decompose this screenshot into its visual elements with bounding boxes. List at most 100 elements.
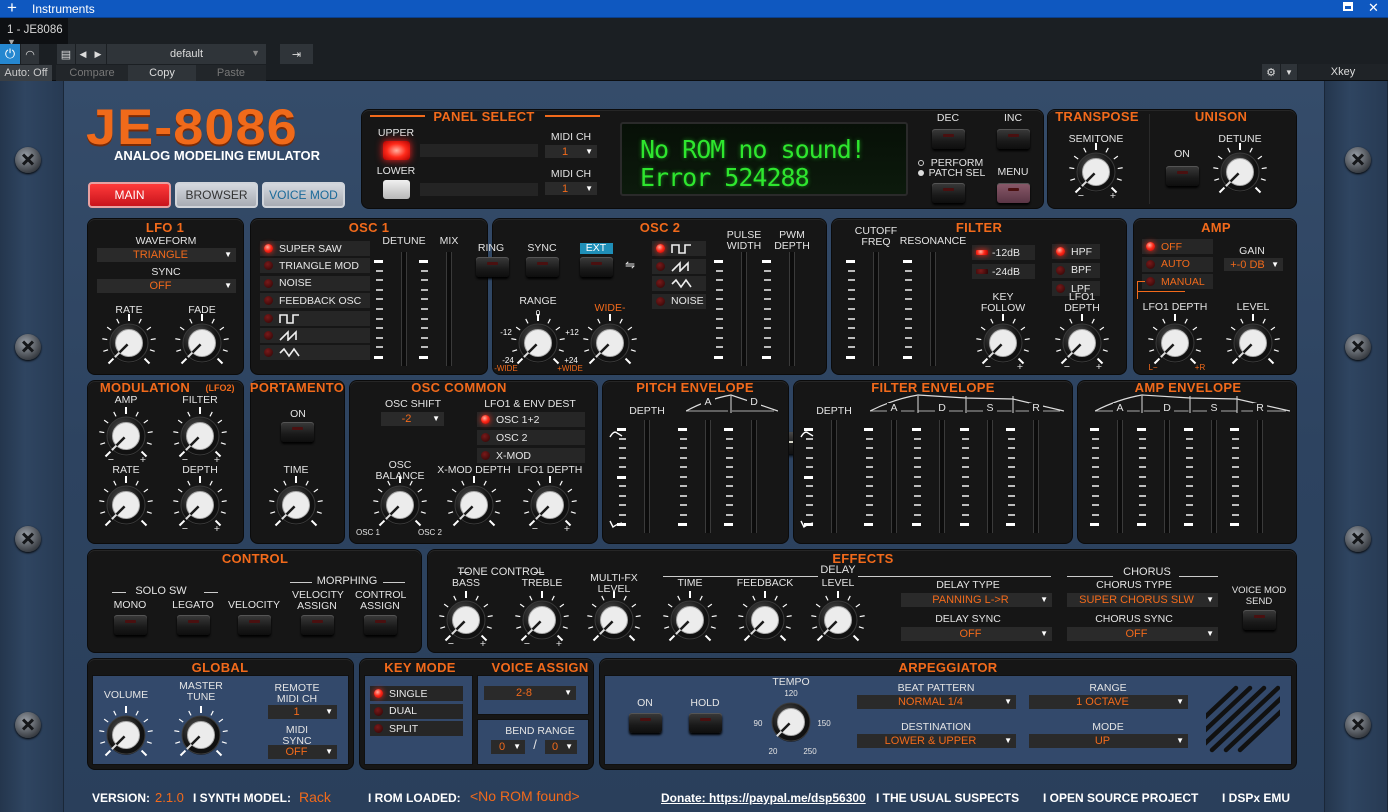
paste-button[interactable]: Paste	[196, 65, 266, 81]
instrument-tab[interactable]: 1 - JE8086 ▼	[0, 18, 68, 47]
monitor-icon[interactable]: ◠	[21, 44, 39, 64]
destination-dropdown[interactable]: LOWER & UPPER	[857, 734, 1016, 748]
lower-panel-button[interactable]	[383, 180, 410, 199]
control-button-mono[interactable]	[114, 615, 147, 635]
key-mode-option[interactable]: SINGLE	[370, 686, 463, 701]
osc2-wave-option[interactable]: NOISE	[652, 293, 706, 309]
lfo1-rate-knob[interactable]	[97, 311, 161, 375]
dec-button[interactable]	[932, 129, 965, 149]
osc1-wave-option[interactable]: FEEDBACK OSC	[260, 293, 370, 309]
prev-preset-icon[interactable]: ◀	[76, 44, 90, 64]
osc2-wave-option[interactable]	[652, 276, 706, 292]
chorus-type-dropdown[interactable]: SUPER CHORUS SLW	[1067, 593, 1218, 607]
multifx-level-knob[interactable]	[582, 588, 646, 652]
amp-mode-option[interactable]: MANUAL	[1142, 274, 1213, 290]
lfo1-fade-knob[interactable]	[170, 311, 234, 375]
copy-button[interactable]: Copy	[128, 65, 196, 81]
portamento-on-button[interactable]	[281, 422, 314, 442]
osc2-wide-knob[interactable]	[578, 311, 642, 375]
control-button-velocity[interactable]	[238, 615, 271, 635]
osc1-wave-option[interactable]: TRIANGLE MOD	[260, 258, 370, 274]
xmod-depth-knob[interactable]	[442, 473, 506, 537]
osc2-wave-option[interactable]	[652, 241, 706, 256]
filter-env-r-slider[interactable]	[1004, 420, 1068, 620]
compare-button[interactable]: Compare	[56, 65, 128, 81]
delay-type-dropdown[interactable]: PANNING L->R	[901, 593, 1052, 607]
arp-hold-button[interactable]	[689, 713, 722, 733]
arp-on-button[interactable]	[629, 713, 662, 733]
chevron-down-icon[interactable]: ▼	[1281, 64, 1297, 80]
power-button[interactable]: ⏻	[0, 44, 20, 64]
osc1-mix-slider[interactable]	[417, 252, 481, 454]
sidechain-icon[interactable]: ⇥	[280, 44, 313, 64]
amp-level-knob[interactable]	[1221, 311, 1285, 375]
key-mode-option[interactable]: DUAL	[370, 703, 463, 719]
midi-sync-dropdown[interactable]: OFF	[268, 745, 337, 759]
mod-amp-knob[interactable]	[94, 404, 158, 468]
key-follow-knob[interactable]	[971, 311, 1035, 375]
filter-lfo1-depth-knob[interactable]	[1050, 311, 1114, 375]
bend-down-dropdown[interactable]: 0	[491, 740, 525, 754]
osc-common-lfo1-depth-knob[interactable]	[518, 473, 582, 537]
delay-time-knob[interactable]	[658, 588, 722, 652]
beat-pattern-dropdown[interactable]: NORMAL 1/4	[857, 695, 1016, 709]
unison-detune-knob[interactable]	[1208, 140, 1272, 204]
donate-link[interactable]: Donate: https://paypal.me/dsp56300	[661, 791, 866, 805]
next-preset-icon[interactable]: ▶	[90, 44, 106, 64]
dest-option[interactable]: OSC 2	[477, 430, 585, 445]
ring-button[interactable]	[476, 257, 509, 277]
semitone-knob[interactable]	[1064, 140, 1128, 204]
perform-patch-sel-button[interactable]	[932, 183, 965, 203]
osc1-wave-option[interactable]: SUPER SAW	[260, 241, 370, 256]
auto-off-button[interactable]: Auto: Off	[0, 65, 52, 81]
portamento-time-knob[interactable]	[264, 473, 328, 537]
bend-up-dropdown[interactable]: 0	[545, 740, 577, 754]
mod-filter-knob[interactable]	[168, 404, 232, 468]
volume-knob[interactable]	[94, 703, 158, 767]
mod-rate-knob[interactable]	[94, 473, 158, 537]
tab-voice-mod[interactable]: VOICE MOD	[262, 182, 345, 208]
control-button-control-assign[interactable]	[364, 615, 397, 635]
pwm-depth-slider[interactable]	[760, 252, 824, 454]
osc2-wave-option[interactable]	[652, 258, 706, 274]
filter-slope-option[interactable]: -12dB	[972, 245, 1035, 260]
arp-mode-dropdown[interactable]: UP	[1029, 734, 1188, 748]
preset-list-icon[interactable]: ▤	[57, 44, 75, 64]
close-icon[interactable]: ✕	[1368, 0, 1379, 16]
control-button-velocity-assign[interactable]	[301, 615, 334, 635]
treble-knob[interactable]	[510, 588, 574, 652]
upper-panel-button[interactable]	[383, 141, 410, 160]
filter-mode-option[interactable]: BPF	[1052, 262, 1100, 278]
amp-mode-option[interactable]: AUTO	[1142, 256, 1213, 272]
gear-icon[interactable]: ⚙	[1262, 64, 1280, 80]
voice-assign-dropdown[interactable]: 2-8	[484, 686, 576, 700]
master-tune-knob[interactable]	[169, 703, 233, 767]
filter-env-depth-slider[interactable]	[802, 420, 866, 620]
osc1-wave-option[interactable]	[260, 328, 370, 343]
ext-button[interactable]	[580, 257, 613, 277]
lfo1-sync-dropdown[interactable]: OFF	[97, 279, 236, 293]
filter-mode-option[interactable]: HPF	[1052, 244, 1100, 259]
menu-button[interactable]	[997, 183, 1030, 203]
cutoff-slider[interactable]	[844, 252, 908, 454]
bass-knob[interactable]	[434, 588, 498, 652]
osc1-wave-option[interactable]	[260, 310, 370, 326]
osc-shift-dropdown[interactable]: -2	[381, 412, 444, 426]
unison-on-button[interactable]	[1166, 166, 1199, 186]
pitch-env-d-slider[interactable]	[722, 420, 786, 620]
control-button-legato[interactable]	[177, 615, 210, 635]
dest-option[interactable]: OSC 1+2	[477, 412, 585, 427]
lfo1-waveform-dropdown[interactable]: TRIANGLE	[97, 248, 236, 262]
key-mode-option[interactable]: SPLIT	[370, 721, 463, 736]
add-icon[interactable]: +	[7, 0, 17, 18]
tab-browser[interactable]: BROWSER	[175, 182, 258, 208]
mod-depth-knob[interactable]	[168, 473, 232, 537]
osc1-wave-option[interactable]	[260, 345, 370, 361]
pitch-env-depth-slider[interactable]	[615, 420, 679, 620]
preset-dropdown[interactable]: default ▼	[107, 44, 266, 64]
filter-slope-option[interactable]: -24dB	[972, 264, 1035, 279]
delay-sync-dropdown[interactable]: OFF	[901, 627, 1052, 641]
chorus-sync-dropdown[interactable]: OFF	[1067, 627, 1218, 641]
keyboard-selector[interactable]: Xkey	[1298, 64, 1388, 80]
inc-button[interactable]	[997, 129, 1030, 149]
